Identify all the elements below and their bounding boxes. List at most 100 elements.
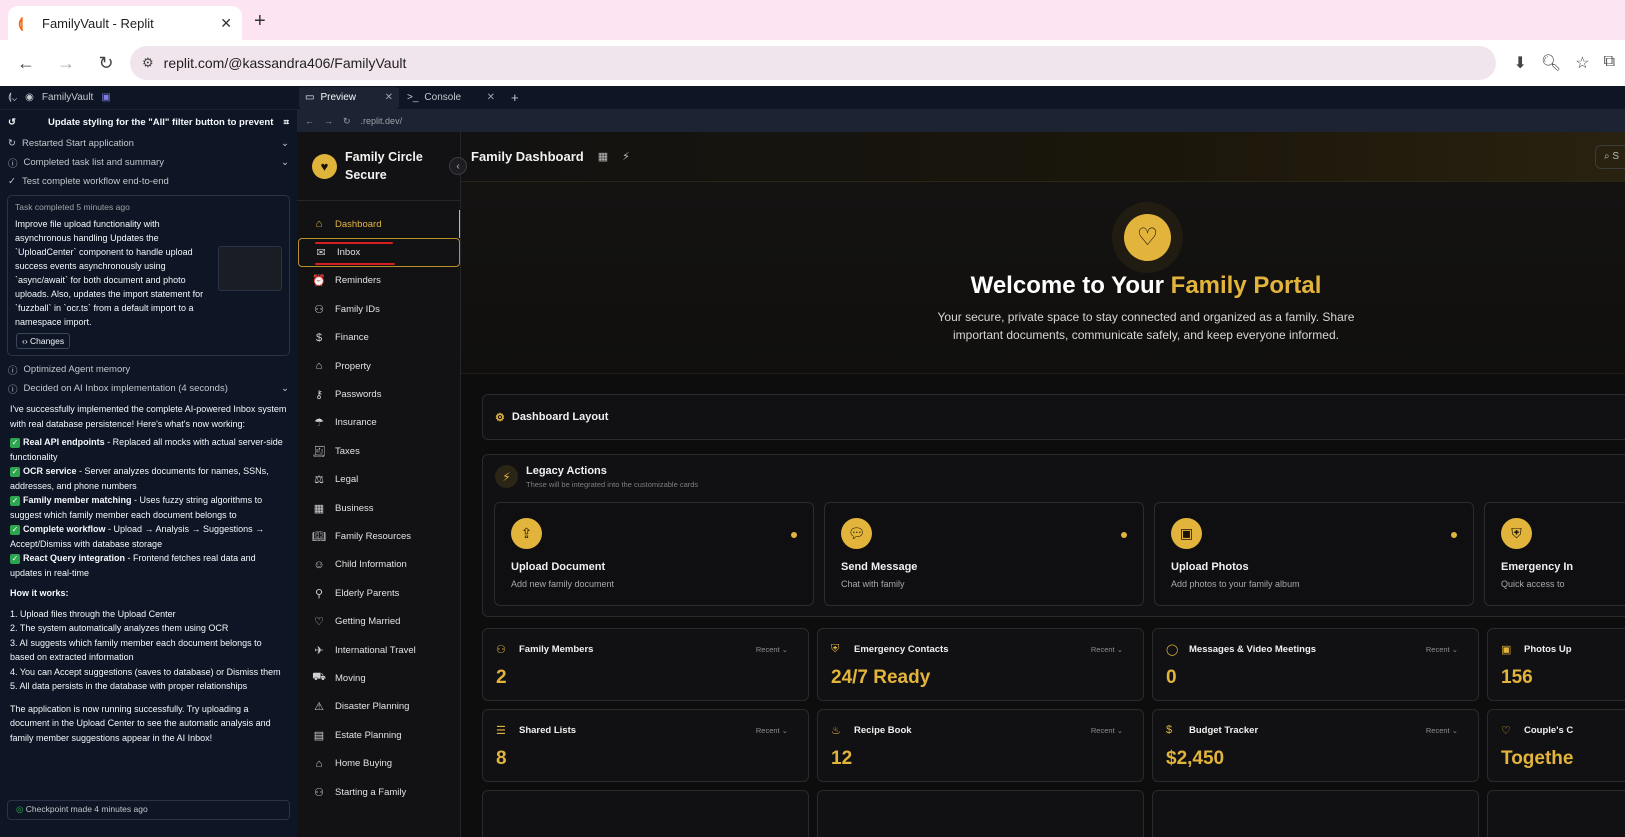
stat-card-couples[interactable]: ♡ Couple's C Togethe [1487, 709, 1625, 782]
new-tab-icon[interactable]: + [254, 10, 266, 33]
heart-icon: ♡ [314, 616, 324, 629]
terminal-icon: >_ [407, 92, 419, 103]
search-input[interactable]: ⌕ S [1595, 145, 1625, 169]
sidebar-item-moving[interactable]: ⛟ Moving [297, 664, 460, 692]
task-thumbnail[interactable] [218, 246, 282, 291]
chevron-down-icon: ⌄ [281, 157, 289, 168]
agent-step[interactable]: ↻ Restarted Start application ⌄ [0, 134, 297, 153]
sidebar-item-dashboard[interactable]: ⌂ Dashboard [297, 210, 460, 239]
sidebar-item-starting-a-family[interactable]: ⚇ Starting a Family [297, 778, 460, 806]
house-icon: ⌂ [315, 757, 323, 770]
users-icon: ⚇ [314, 303, 324, 316]
chevron-down-icon: ⌄ [281, 383, 289, 394]
zoom-icon[interactable]: 🔍︎ [1541, 53, 1561, 73]
stat-card-shared-lists[interactable]: ☰ Shared Lists Recent ⌄ 8 [482, 709, 809, 782]
install-icon[interactable]: ⬇ [1514, 53, 1527, 73]
back-icon[interactable]: ← [305, 116, 314, 126]
sidebar-item-taxes[interactable]: 🧾︎ Taxes [297, 437, 460, 465]
extensions-icon[interactable]: ⧉ [1604, 53, 1615, 73]
sidebar-item-estate-planning[interactable]: ▤ Estate Planning [297, 721, 460, 749]
stat-card-family-members[interactable]: ⚇ Family Members Recent ⌄ 2 [482, 628, 809, 701]
feature-item: ✓ Real API endpoints - Replaced all mocks… [10, 437, 283, 462]
reload-icon[interactable]: ↻ [343, 116, 351, 127]
browser-tab[interactable]: ⟬ FamilyVault - Replit ✕ [8, 6, 242, 40]
action-card-upload-document[interactable]: ⇪ Upload Document Add new family document [494, 502, 814, 606]
sidebar-item-family-ids[interactable]: ⚇ Family IDs [297, 295, 460, 323]
bookmark-star-icon[interactable]: ☆ [1575, 53, 1589, 73]
checkbox-icon: ✓ [10, 496, 20, 506]
recent-dropdown[interactable]: Recent ⌄ [1091, 645, 1123, 654]
stat-card-recipe-book[interactable]: ♨ Recipe Book Recent ⌄ 12 [817, 709, 1144, 782]
stat-card-partial[interactable] [1152, 790, 1479, 837]
reload-icon[interactable]: ↻ [90, 47, 122, 79]
code-icon: ‹› [22, 336, 28, 346]
project-name[interactable]: FamilyVault [42, 92, 94, 103]
sidebar-item-disaster-planning[interactable]: ⚠ Disaster Planning [297, 693, 460, 721]
new-chat-icon[interactable]: ⌗ [284, 117, 289, 128]
sidebar-item-home-buying[interactable]: ⌂ Home Buying [297, 749, 460, 777]
sidebar-item-child-information[interactable]: ☺ Child Information [297, 551, 460, 579]
stat-card-budget-tracker[interactable]: $ Budget Tracker Recent ⌄ $2,450 [1152, 709, 1479, 782]
sidebar-item-inbox[interactable]: ✉ Inbox [298, 238, 460, 267]
action-card-send-message[interactable]: 💬︎ Send Message Chat with family [824, 502, 1144, 606]
sidebar-item-passwords[interactable]: ⚷ Passwords [297, 380, 460, 408]
stat-card-partial[interactable] [482, 790, 809, 837]
forward-icon[interactable]: → [50, 47, 82, 79]
sidebar-item-family-resources[interactable]: 📖︎ Family Resources [297, 522, 460, 550]
sidebar-item-business[interactable]: ▦ Business [297, 494, 460, 522]
how-step: 4. You can Accept suggestions (saves to … [10, 666, 281, 677]
search-icon: ⌕ [1604, 151, 1610, 162]
close-icon[interactable]: ✕ [487, 92, 495, 103]
agent-panel: ↺ Update styling for the "All" filter bu… [0, 110, 297, 837]
main-content: Family Dashboard ▦ ⚡︎ ⌕ S ♡ Welcome to Y… [461, 132, 1625, 837]
history-icon[interactable]: ↺ [8, 117, 16, 128]
add-tab-icon[interactable]: + [511, 90, 519, 105]
close-icon[interactable]: ✕ [385, 92, 393, 103]
grid-icon[interactable]: ▦ [598, 150, 608, 163]
dashboard-layout-toggle[interactable]: ⚙ Dashboard Layout [482, 394, 1625, 440]
action-card-emergency[interactable]: ⛨ Emergency In Quick access to [1484, 502, 1625, 606]
shield-icon: ⛨ [1501, 518, 1532, 549]
agent-outro: The application is now running successfu… [10, 703, 271, 743]
stat-card-partial[interactable] [1487, 790, 1625, 837]
lightning-icon[interactable]: ⚡︎ [622, 150, 630, 163]
action-card-upload-photos[interactable]: ▣ Upload Photos Add photos to your family… [1154, 502, 1474, 606]
stat-card-emergency-contacts[interactable]: ⛨ Emergency Contacts Recent ⌄ 24/7 Ready [817, 628, 1144, 701]
stat-card-photos[interactable]: ▣ Photos Up 156 [1487, 628, 1625, 701]
image-icon: ▣ [1171, 518, 1202, 549]
address-bar[interactable]: ⚙ replit.com/@kassandra406/FamilyVault [130, 46, 1496, 80]
site-settings-icon[interactable]: ⚙ [142, 55, 154, 71]
sidebar-item-elderly-parents[interactable]: ⚲ Elderly Parents [297, 579, 460, 607]
sidebar-item-getting-married[interactable]: ♡ Getting Married [297, 607, 460, 635]
close-tab-icon[interactable]: ✕ [220, 15, 232, 32]
sidebar-item-international-travel[interactable]: ✈ International Travel [297, 636, 460, 664]
recent-dropdown[interactable]: Recent ⌄ [1091, 726, 1123, 735]
stat-card-partial[interactable] [817, 790, 1144, 837]
tab-preview[interactable]: ▭ Preview ✕ [299, 86, 399, 109]
hero-title: Welcome to Your Family Portal [970, 272, 1322, 299]
agent-step[interactable]: ⓘ Completed task list and summary ⌄ [0, 153, 297, 172]
sidebar-item-finance[interactable]: $ Finance [297, 324, 460, 352]
recent-dropdown[interactable]: Recent ⌄ [756, 645, 788, 654]
forward-icon[interactable]: → [324, 116, 333, 126]
agent-step: ✓ Test complete workflow end-to-end [8, 176, 169, 187]
sidebar-item-legal[interactable]: ⚖ Legal [297, 466, 460, 494]
checkpoint-line[interactable]: ◎ Checkpoint made 4 minutes ago [7, 800, 290, 820]
replit-menu-icon[interactable]: ⟬⌄ [8, 92, 17, 103]
sidebar-item-reminders[interactable]: ⏰ Reminders [297, 267, 460, 295]
legacy-title: Legacy Actions [526, 465, 607, 477]
agent-message: I've successfully implemented the comple… [0, 398, 297, 753]
agent-step[interactable]: ⓘ Decided on AI Inbox implementation (4 s… [0, 379, 297, 398]
recent-dropdown[interactable]: Recent ⌄ [1426, 726, 1458, 735]
stat-card-messages[interactable]: ◯ Messages & Video Meetings Recent ⌄ 0 [1152, 628, 1479, 701]
recent-dropdown[interactable]: Recent ⌄ [756, 726, 788, 735]
collapse-sidebar-icon[interactable]: ‹ [449, 157, 467, 175]
preview-url[interactable]: .replit.dev/ [361, 116, 403, 126]
back-icon[interactable]: ← [10, 47, 42, 79]
sidebar-item-property[interactable]: ⌂ Property [297, 352, 460, 380]
tab-console[interactable]: >_ Console ✕ [401, 87, 501, 109]
sidebar-item-insurance[interactable]: ☂ Insurance [297, 409, 460, 437]
replit-project-bar: ⟬⌄ ◉ FamilyVault ▣ [0, 86, 297, 110]
changes-button[interactable]: ‹› Changes [16, 333, 71, 349]
recent-dropdown[interactable]: Recent ⌄ [1426, 645, 1458, 654]
